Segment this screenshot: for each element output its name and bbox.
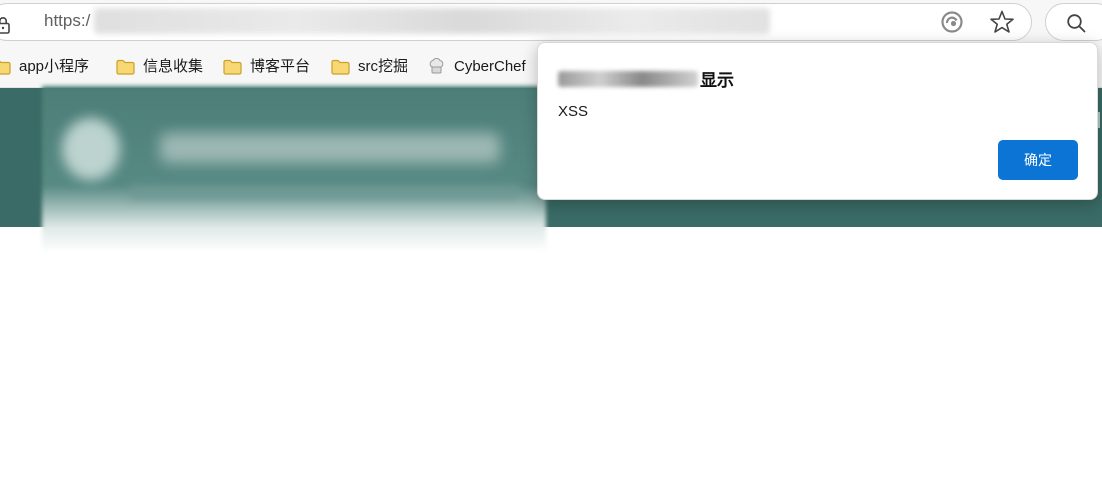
folder-icon xyxy=(223,59,242,75)
bookmark-label: app小程序 xyxy=(19,58,90,75)
bookmark-label: 博客平台 xyxy=(250,58,311,75)
bookmark-folder-src[interactable]: src挖掘 xyxy=(331,57,408,77)
bookmark-folder-app[interactable]: app小程序 xyxy=(0,57,89,77)
site-subtitle-redacted xyxy=(130,186,520,198)
star-icon[interactable] xyxy=(989,9,1015,35)
folder-icon xyxy=(331,59,350,75)
folder-icon xyxy=(116,59,135,75)
edge-refresh-icon[interactable] xyxy=(940,10,964,34)
dialog-title-suffix: 显示 xyxy=(700,71,734,90)
lock-icon[interactable] xyxy=(0,16,11,34)
browser-toolbar: https:/ xyxy=(0,0,1102,44)
url-text[interactable]: https:/ xyxy=(44,11,90,31)
bookmark-folder-blog[interactable]: 博客平台 xyxy=(223,57,310,77)
bookmark-label: src挖掘 xyxy=(358,58,408,75)
bookmark-folder-info[interactable]: 信息收集 xyxy=(116,57,203,77)
bookmark-label: CyberChef xyxy=(454,58,526,75)
dialog-message: XSS xyxy=(558,103,589,120)
url-redacted xyxy=(94,8,770,34)
site-emblem-icon xyxy=(62,118,120,180)
search-button[interactable] xyxy=(1045,3,1102,41)
bookmark-label: 信息收集 xyxy=(143,58,204,75)
site-logo-redacted xyxy=(42,86,546,252)
dialog-origin-redacted xyxy=(558,70,698,87)
ok-button[interactable]: 确定 xyxy=(998,140,1078,180)
site-title-redacted xyxy=(160,133,500,163)
alert-dialog: 显示 XSS 确定 xyxy=(537,42,1098,200)
search-icon xyxy=(1067,14,1086,33)
chef-icon xyxy=(429,58,444,74)
dialog-title: 显示 xyxy=(558,66,734,91)
folder-icon xyxy=(0,60,11,75)
bookmark-cyberchef[interactable]: CyberChef xyxy=(427,57,526,77)
